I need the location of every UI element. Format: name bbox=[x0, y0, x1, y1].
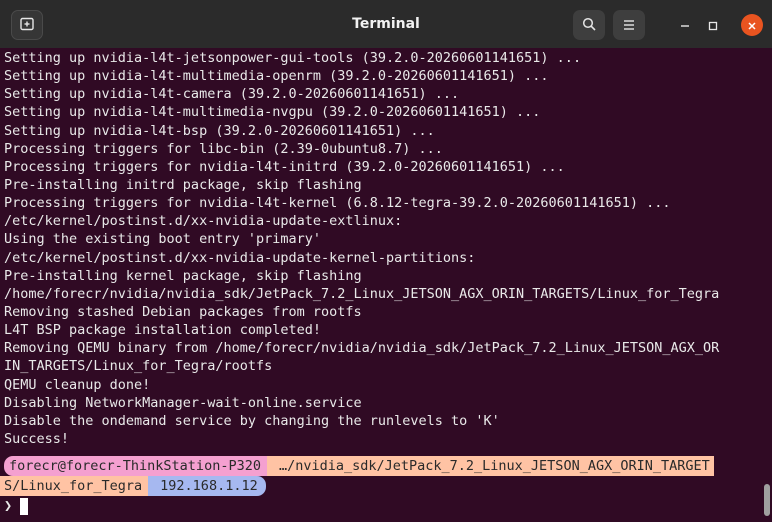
terminal-output[interactable]: Setting up nvidia-l4t-jetsonpower-gui-to… bbox=[0, 49, 772, 522]
output-line: /etc/kernel/postinst.d/xx-nvidia-update-… bbox=[4, 213, 403, 230]
output-line: Setting up nvidia-l4t-bsp (39.2.0-202606… bbox=[4, 122, 435, 139]
prompt-path-continued: S/Linux_for_Tegra bbox=[0, 476, 153, 497]
output-line: Setting up nvidia-l4t-multimedia-nvgpu (… bbox=[4, 104, 541, 121]
prompt-user-host: forecr@forecr-ThinkStation-P320 bbox=[4, 456, 271, 477]
prompt-line-2: S/Linux_for_Tegra 192.168.1.12 bbox=[0, 476, 772, 497]
output-line: Removing stashed Debian packages from ro… bbox=[4, 303, 362, 320]
text-cursor bbox=[20, 497, 29, 515]
hamburger-menu-icon bbox=[622, 16, 636, 35]
scrollbar-thumb[interactable] bbox=[764, 484, 770, 516]
output-line: Removing QEMU binary from /home/forecr/n… bbox=[4, 340, 720, 357]
title-bar: Terminal bbox=[0, 0, 772, 48]
output-line: Processing triggers for nvidia-l4t-initr… bbox=[4, 158, 565, 175]
output-line: Processing triggers for nvidia-l4t-kerne… bbox=[4, 195, 671, 212]
output-line: Setting up nvidia-l4t-multimedia-openrm … bbox=[4, 68, 549, 85]
search-button[interactable] bbox=[573, 10, 605, 40]
search-icon bbox=[582, 16, 596, 35]
close-button[interactable] bbox=[741, 14, 763, 36]
output-line: Disabling NetworkManager-wait-online.ser… bbox=[4, 394, 362, 411]
minimize-icon bbox=[680, 16, 690, 35]
prompt-path: …/nvidia_sdk/JetPack_7.2_Linux_JETSON_AG… bbox=[266, 456, 714, 477]
close-icon bbox=[747, 16, 757, 35]
output-line: Success! bbox=[4, 430, 70, 447]
new-tab-icon bbox=[20, 16, 34, 35]
output-line: Pre-installing initrd package, skip flas… bbox=[4, 176, 362, 193]
output-line: Processing triggers for libc-bin (2.39-0… bbox=[4, 140, 443, 157]
minimize-button[interactable] bbox=[674, 14, 696, 36]
prompt-line-1: forecr@forecr-ThinkStation-P320 …/nvidia_… bbox=[4, 456, 772, 477]
maximize-button[interactable] bbox=[702, 14, 724, 36]
output-line: Disable the ondemand service by changing… bbox=[4, 412, 500, 429]
output-line: Pre-installing kernel package, skip flas… bbox=[4, 267, 362, 284]
window-title: Terminal bbox=[352, 16, 420, 32]
output-line: QEMU cleanup done! bbox=[4, 376, 151, 393]
output-line: Using the existing boot entry 'primary' bbox=[4, 231, 321, 248]
output-line: IN_TARGETS/Linux_for_Tegra/rootfs bbox=[4, 358, 273, 375]
output-line: L4T BSP package installation completed! bbox=[4, 322, 321, 339]
prompt-symbol: ❯ bbox=[4, 498, 13, 515]
output-line: /etc/kernel/postinst.d/xx-nvidia-update-… bbox=[4, 249, 476, 266]
output-line: Setting up nvidia-l4t-camera (39.2.0-202… bbox=[4, 86, 460, 103]
new-tab-button[interactable] bbox=[11, 10, 43, 40]
command-input-line[interactable]: ❯ bbox=[4, 496, 772, 516]
maximize-icon bbox=[708, 16, 718, 35]
output-line: Setting up nvidia-l4t-jetsonpower-gui-to… bbox=[4, 50, 582, 66]
terminal-window: Terminal Setting up nvidia-l4t-jetsonpow… bbox=[0, 0, 772, 522]
prompt-ip: 192.168.1.12 bbox=[148, 476, 266, 497]
menu-button[interactable] bbox=[613, 10, 645, 40]
output-line: /home/forecr/nvidia/nvidia_sdk/JetPack_7… bbox=[4, 285, 720, 302]
